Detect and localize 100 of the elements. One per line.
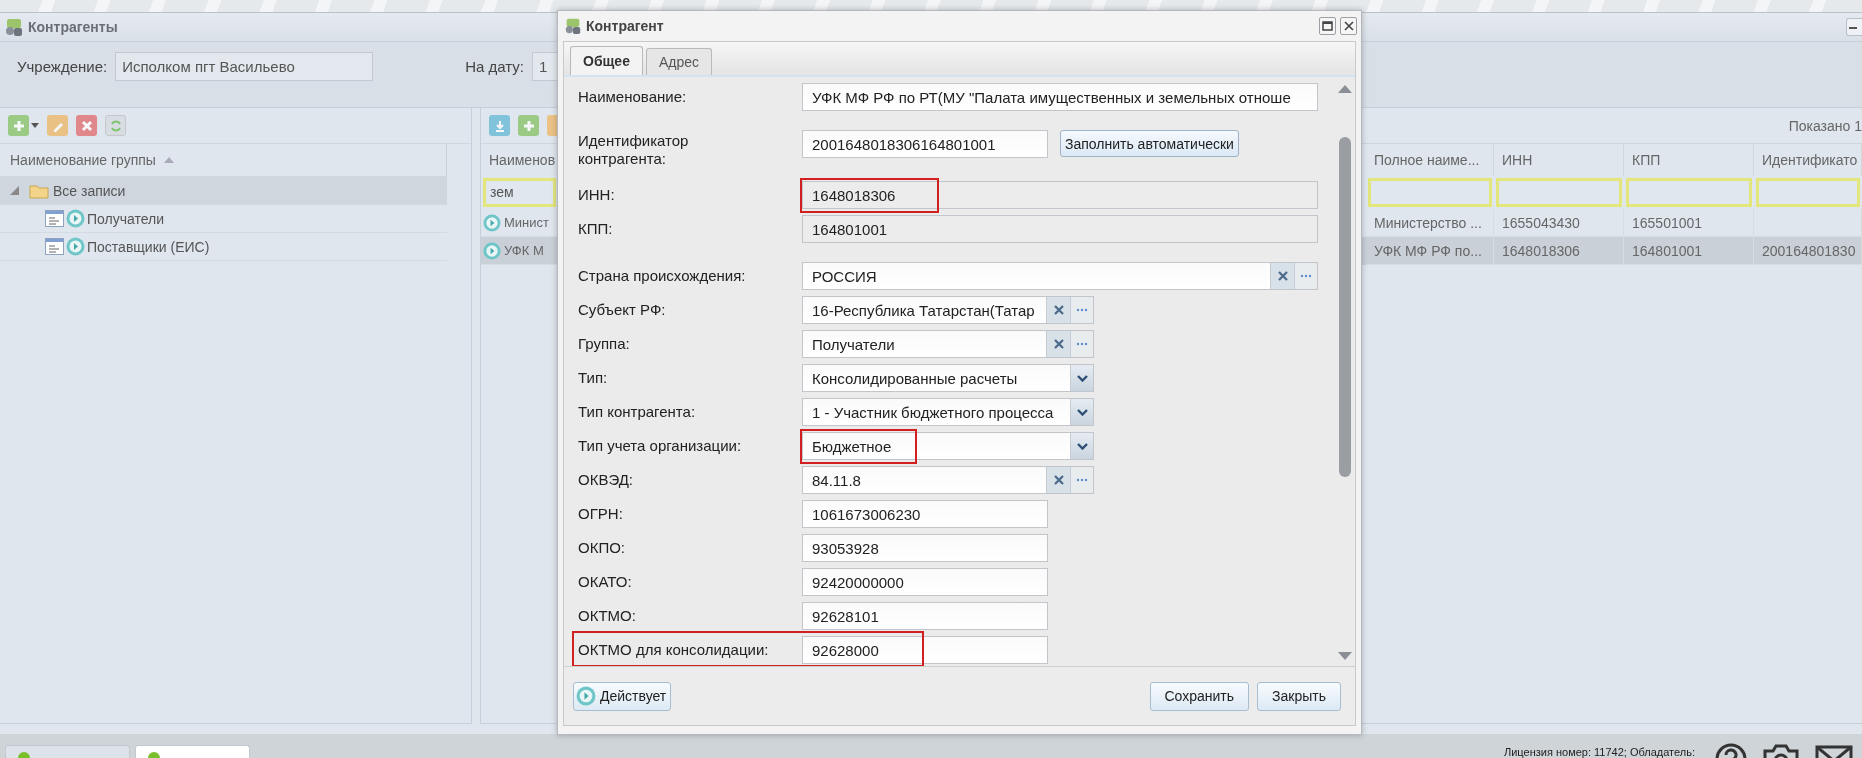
table-cell[interactable]: УФК М [481, 237, 558, 265]
table-cell: 164801001 [1624, 237, 1754, 265]
field-label: Группа: [578, 334, 631, 353]
tab[interactable]: Адрес [645, 48, 712, 75]
text-field[interactable]: 2001648018306164801001 [802, 130, 1048, 158]
filter-field[interactable] [1368, 178, 1492, 207]
filter-field[interactable]: зем [483, 178, 556, 207]
clear-button[interactable] [1046, 467, 1070, 493]
license-text: Лицензия номер: 11742; Обладатель: [1504, 746, 1695, 758]
field-value: 16-Республика Татарстан(Татар [812, 301, 1035, 319]
minimize-button[interactable] [1846, 18, 1862, 36]
download-button[interactable] [489, 115, 510, 136]
refresh-button[interactable] [105, 115, 126, 136]
cross-icon [79, 118, 94, 133]
field-value: 92628101 [812, 607, 879, 625]
maximize-button[interactable] [1319, 17, 1336, 35]
table-cell: 200164801830 [1754, 237, 1862, 265]
field-value: Бюджетное [812, 437, 892, 455]
dialog-button[interactable]: Закрыть [1257, 681, 1341, 711]
dropdown-button[interactable] [1070, 399, 1093, 425]
cross-icon [1053, 475, 1064, 485]
autofill-button[interactable]: Заполнить автоматически [1060, 130, 1239, 157]
sort-icon [163, 157, 174, 163]
date-label: На дату: [465, 57, 524, 77]
add-button[interactable] [518, 115, 539, 136]
task-tab[interactable] [135, 745, 250, 758]
text-field[interactable]: 1061673006230 [802, 500, 1048, 528]
filter-field[interactable] [1626, 178, 1752, 207]
close-button[interactable] [1340, 17, 1357, 35]
dropdown-field[interactable]: Консолидированные расчеты [802, 364, 1094, 392]
tree-label: Все записи [53, 182, 126, 199]
filter-field[interactable] [1756, 178, 1860, 207]
chevron-icon [1076, 442, 1088, 450]
lookup-field[interactable]: Получатели [802, 330, 1094, 358]
caret-icon[interactable] [31, 123, 39, 128]
dialog-button[interactable]: Сохранить [1149, 681, 1250, 711]
lookup-field[interactable]: 84.11.8 [802, 466, 1094, 494]
table-cell: УФК МФ РФ по... [1366, 237, 1494, 265]
clear-button[interactable] [1046, 331, 1070, 357]
tree-row[interactable]: Поставщики (ЕИС) [0, 233, 447, 261]
close-icon [1343, 21, 1354, 31]
cross-icon [1277, 271, 1288, 281]
text-field[interactable]: 93053928 [802, 534, 1048, 562]
field-value: 84.11.8 [812, 471, 861, 489]
list-icon [45, 238, 64, 255]
field-value: 1 - Участник бюджетного процесса [812, 403, 1054, 421]
tree-label: Получатели [87, 210, 165, 227]
ellipsis-icon [1076, 342, 1088, 346]
readonly-field[interactable]: 164801001 [802, 215, 1318, 243]
field-value: 92420000000 [812, 573, 904, 591]
expander-icon[interactable] [10, 186, 19, 195]
tab[interactable]: Общее [570, 46, 643, 75]
clear-button[interactable] [1046, 297, 1070, 323]
text-field[interactable]: 92628000 [802, 636, 1048, 664]
filter-field[interactable] [1496, 178, 1622, 207]
folder-icon [29, 182, 49, 199]
scroll-up-icon[interactable] [1337, 85, 1352, 93]
scroll-thumb[interactable] [1338, 137, 1351, 477]
field-label: ОКАТО: [578, 572, 633, 591]
task-tab[interactable] [5, 745, 130, 758]
field-value: Получатели [812, 335, 895, 353]
field-label: Страна происхождения: [578, 266, 747, 285]
field-value: УФК МФ РФ по РТ(МУ "Палата имущественных и земельных отноше [812, 88, 1291, 106]
status-button[interactable]: Действует [573, 681, 672, 711]
dropdown-button[interactable] [1070, 365, 1093, 391]
list-icon [45, 210, 64, 227]
lookup-field[interactable]: РОССИЯ [802, 262, 1318, 290]
field-label: Наименование: [578, 87, 688, 106]
records-count: Показано 1 [1788, 117, 1862, 134]
tree-label: Поставщики (ЕИС) [87, 238, 210, 255]
cell-text: УФК М [504, 243, 544, 258]
dropdown-button[interactable] [1070, 433, 1093, 459]
field-value: 93053928 [812, 539, 879, 557]
dialog-title: Контрагент [586, 18, 664, 34]
field-value: 1648018306 [812, 186, 896, 204]
dropdown-field[interactable]: 1 - Участник бюджетного процесса [802, 398, 1094, 426]
delete-button[interactable] [76, 115, 97, 136]
ellipsis-icon [1076, 308, 1088, 312]
text-field[interactable]: 92628101 [802, 602, 1048, 630]
edit-button[interactable] [47, 115, 68, 136]
tree-row[interactable]: Получатели [0, 205, 447, 233]
field-value: 2001648018306164801001 [812, 135, 996, 153]
scroll-down-icon[interactable] [1337, 652, 1352, 660]
lookup-field[interactable]: 16-Республика Татарстан(Татар [802, 296, 1094, 324]
text-field[interactable]: 92420000000 [802, 568, 1048, 596]
column-header[interactable]: КПП [1624, 144, 1754, 176]
column-header[interactable]: ИНН [1494, 144, 1624, 176]
ellipsis-icon [1076, 478, 1088, 482]
cross-icon [1053, 305, 1064, 315]
plus-icon [521, 118, 536, 133]
column-header[interactable]: Идентификато [1754, 144, 1862, 176]
column-header[interactable]: Полное наиме... [1366, 144, 1494, 176]
play-icon [66, 209, 85, 228]
clear-button[interactable] [1270, 263, 1294, 289]
field-label: Тип контрагента: [578, 402, 697, 421]
edit-button[interactable] [547, 115, 557, 136]
institution-field[interactable]: Исполком пгт Васильево [115, 52, 374, 81]
chevron-icon [1076, 408, 1088, 416]
tree-row[interactable]: Все записи [0, 177, 447, 205]
text-field[interactable]: УФК МФ РФ по РТ(МУ "Палата имущественных и земельных отноше [802, 83, 1318, 111]
